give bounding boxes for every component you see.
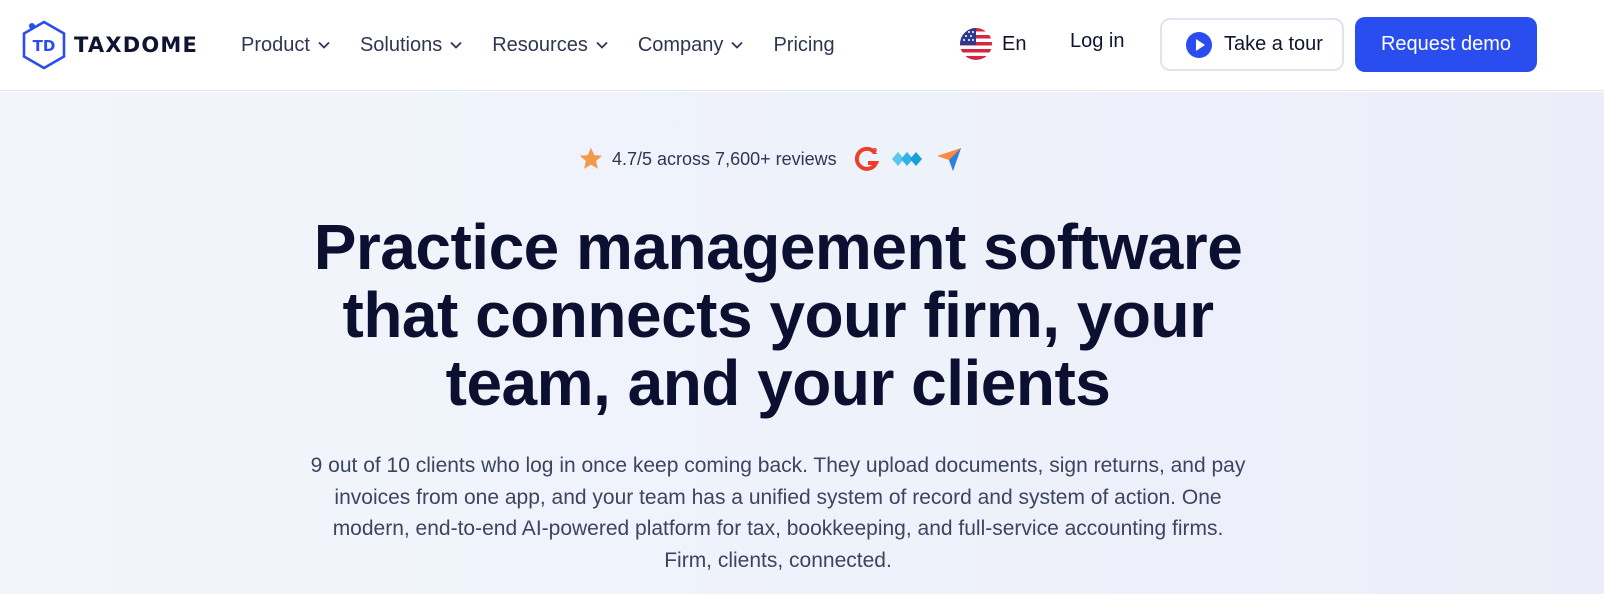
nav-product[interactable]: Product	[241, 30, 330, 60]
site-header: TD TAXDOME Product Solutions Resources C…	[0, 0, 1604, 91]
taxdome-logo[interactable]: TD TAXDOME	[21, 20, 198, 70]
rating-text: 4.7/5 across 7,600+ reviews	[612, 148, 837, 169]
subtext-line: Firm, clients, connected.	[664, 548, 892, 572]
star-icon	[579, 147, 603, 169]
headline-line: that connects your firm, your	[342, 279, 1214, 351]
nav-label: Resources	[492, 33, 588, 56]
review-badges: 2	[853, 145, 972, 173]
headline-line: Practice management software	[313, 211, 1243, 283]
us-flag-icon	[960, 28, 992, 60]
take-a-tour-button[interactable]: Take a tour	[1160, 18, 1344, 71]
request-demo-button[interactable]: Request demo	[1355, 17, 1537, 72]
nav-label: Product	[241, 33, 310, 56]
nav-label: Solutions	[359, 33, 443, 56]
getapp-paper-plane-icon[interactable]	[935, 145, 963, 173]
subtext-line: invoices from one app, and your team has…	[334, 485, 1222, 509]
nav-pricing[interactable]: Pricing	[773, 30, 834, 60]
hero-headline: Practice management software that connec…	[0, 213, 1556, 417]
play-icon	[1186, 31, 1212, 58]
nav-label: Pricing	[773, 33, 835, 56]
subtext-line: 9 out of 10 clients who log in once keep…	[310, 454, 1246, 477]
nav-company[interactable]: Company	[638, 30, 744, 60]
tour-label: Take a tour	[1224, 33, 1323, 55]
main-nav: Product Solutions Resources Company Pric…	[241, 30, 865, 60]
capterra-arrows-icon[interactable]	[890, 145, 926, 173]
nav-label: Company	[637, 33, 724, 56]
brand-name: TAXDOME	[74, 33, 199, 57]
nav-solutions[interactable]: Solutions	[360, 30, 462, 60]
language-label: En	[1002, 32, 1027, 55]
chevron-down-icon	[731, 41, 744, 49]
hero-subtext: 9 out of 10 clients who log in once keep…	[0, 450, 1556, 576]
rating-summary: 4.7/5 across 7,600+ reviews 2	[578, 145, 972, 173]
logo-hexagon-icon: TD	[21, 20, 67, 70]
chevron-down-icon	[450, 41, 462, 49]
subtext-line: modern, end-to-end AI-powered platform f…	[332, 517, 1224, 540]
login-link[interactable]: Log in	[1070, 30, 1125, 53]
chevron-down-icon	[596, 41, 608, 49]
svg-text:2: 2	[872, 147, 878, 156]
nav-resources[interactable]: Resources	[492, 30, 608, 60]
g2-icon[interactable]: 2	[853, 145, 881, 173]
headline-line: team, and your clients	[445, 347, 1111, 419]
chevron-down-icon	[318, 41, 330, 49]
language-selector[interactable]: En	[960, 28, 1026, 60]
logo-initials: TD	[33, 37, 56, 55]
